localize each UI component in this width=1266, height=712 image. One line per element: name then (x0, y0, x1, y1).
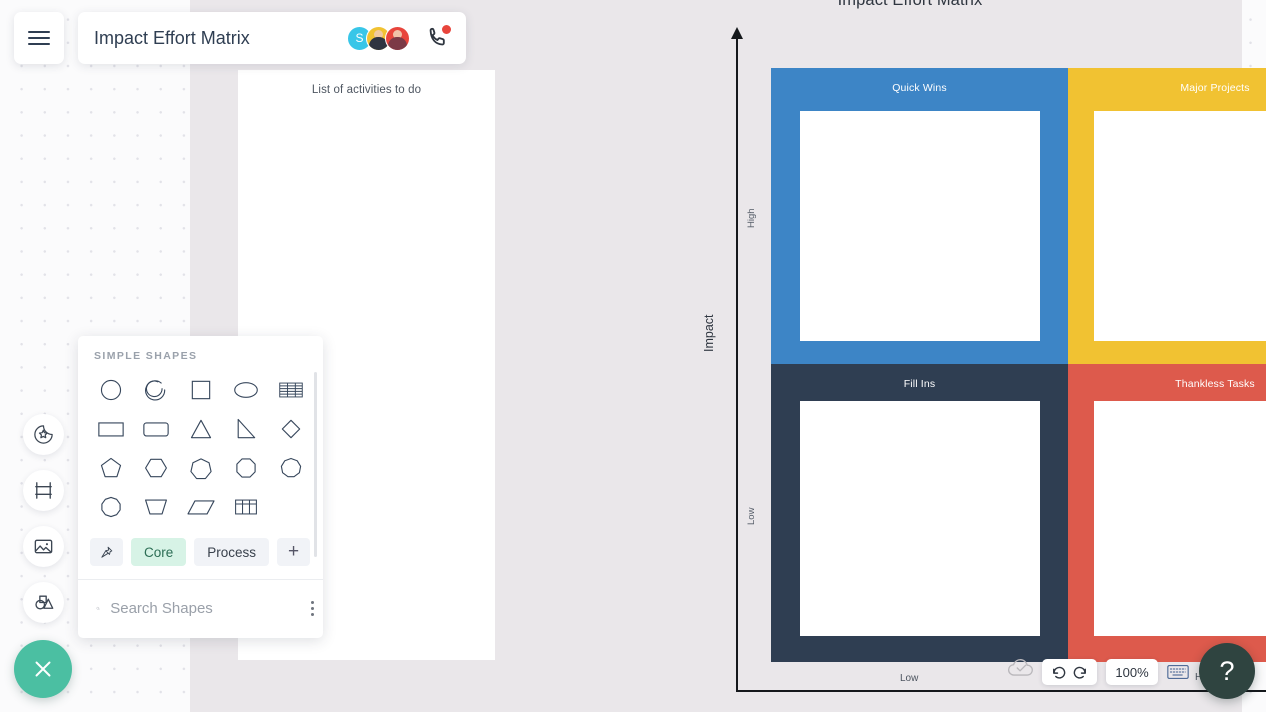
quadrant-note-card[interactable] (800, 401, 1040, 636)
frame-icon[interactable] (23, 470, 64, 511)
sticker-icon[interactable] (23, 414, 64, 455)
octagon-shape[interactable] (223, 448, 268, 487)
keyboard-icon[interactable] (1167, 661, 1189, 683)
search-input[interactable] (110, 600, 310, 617)
rounded-rectangle-shape[interactable] (133, 409, 178, 448)
menu-button[interactable] (14, 12, 64, 64)
diamond-shape[interactable] (268, 409, 313, 448)
image-icon[interactable] (23, 526, 64, 567)
table-grid-shape[interactable] (223, 487, 268, 526)
app-root: List of activities to do Impact Effort M… (0, 0, 1266, 712)
board-canvas[interactable]: List of activities to do Impact Effort M… (190, 0, 1266, 712)
circle-shape[interactable] (88, 370, 133, 409)
x-axis-tick-low: Low (900, 673, 919, 684)
rectangle-shape[interactable] (88, 409, 133, 448)
help-button[interactable]: ? (1199, 643, 1255, 699)
search-icon (96, 606, 100, 611)
close-icon (35, 661, 51, 677)
collaborator-avatars: S (347, 25, 410, 51)
quadrant-label: Major Projects (1180, 82, 1250, 94)
close-canvas-button[interactable] (14, 640, 72, 698)
avatar-initial: S (355, 31, 364, 45)
quadrant-label: Fill Ins (903, 378, 936, 390)
right-triangle-shape[interactable] (223, 409, 268, 448)
hexagon-shape[interactable] (133, 448, 178, 487)
y-axis (731, 27, 743, 691)
quadrant-quick-wins[interactable]: Quick Wins (771, 68, 1068, 364)
pentagon-shape[interactable] (88, 448, 133, 487)
redo-icon[interactable] (1071, 663, 1089, 681)
document-title[interactable]: Impact Effort Matrix (94, 28, 347, 49)
quadrant-fill-ins[interactable]: Fill Ins (771, 364, 1068, 662)
shape-grid (88, 370, 310, 526)
arc-shape[interactable] (133, 370, 178, 409)
quadrant-label: Thankless Tasks (1175, 378, 1255, 390)
cloud-check-icon (1006, 656, 1036, 680)
x-axis (736, 690, 1266, 692)
trapezoid-shape[interactable] (133, 487, 178, 526)
shapes-panel-heading: SIMPLE SHAPES (94, 350, 198, 362)
phone-icon[interactable] (424, 25, 451, 51)
tab-core[interactable]: Core (131, 538, 187, 566)
striped-table-shape[interactable] (268, 370, 313, 409)
y-axis-tick-high: High (746, 208, 757, 228)
presence-badge (442, 25, 451, 34)
pin-icon[interactable] (90, 538, 123, 566)
tab-process[interactable]: Process (194, 538, 270, 566)
shape-library-tabs: Core Process + (90, 538, 311, 566)
shapes-icon[interactable] (23, 582, 64, 623)
quadrant-major-projects[interactable]: Major Projects (1068, 68, 1266, 364)
shapes-panel: SIMPLE SHAPES Core Process + Search Shap… (78, 336, 323, 638)
hamburger-icon (28, 27, 50, 49)
quadrant-label: Quick Wins (892, 82, 947, 94)
y-axis-tick-low: Low (746, 507, 757, 525)
ellipse-shape[interactable] (223, 370, 268, 409)
shapes-panel-scrollbar[interactable] (314, 372, 317, 557)
quadrant-thankless-tasks[interactable]: Thankless Tasks (1068, 364, 1266, 662)
decagon-shape[interactable] (88, 487, 133, 526)
bottom-toolbar: 100% (1042, 659, 1189, 685)
quadrant-note-card[interactable] (1094, 401, 1266, 636)
undo-icon[interactable] (1050, 663, 1068, 681)
kebab-menu-icon[interactable] (309, 601, 315, 616)
board-title: Impact Effort Matrix (837, 0, 983, 9)
shape-search-row (78, 579, 323, 638)
triangle-shape[interactable] (178, 409, 223, 448)
undo-redo-group (1042, 659, 1097, 685)
nonagon-shape[interactable] (268, 448, 313, 487)
add-library-button[interactable]: + (277, 538, 311, 566)
avatar[interactable] (385, 25, 410, 51)
y-axis-title: Impact (702, 314, 716, 352)
square-shape[interactable] (178, 370, 223, 409)
heptagon-shape[interactable] (178, 448, 223, 487)
parallelogram-shape[interactable] (178, 487, 223, 526)
tool-rail (23, 414, 64, 638)
quadrant-note-card[interactable] (800, 111, 1040, 341)
quadrant-note-card[interactable] (1094, 111, 1266, 341)
activities-sheet-label: List of activities to do (311, 84, 422, 96)
zoom-level[interactable]: 100% (1106, 659, 1158, 685)
document-titlebar: Impact Effort Matrix S (78, 12, 466, 64)
